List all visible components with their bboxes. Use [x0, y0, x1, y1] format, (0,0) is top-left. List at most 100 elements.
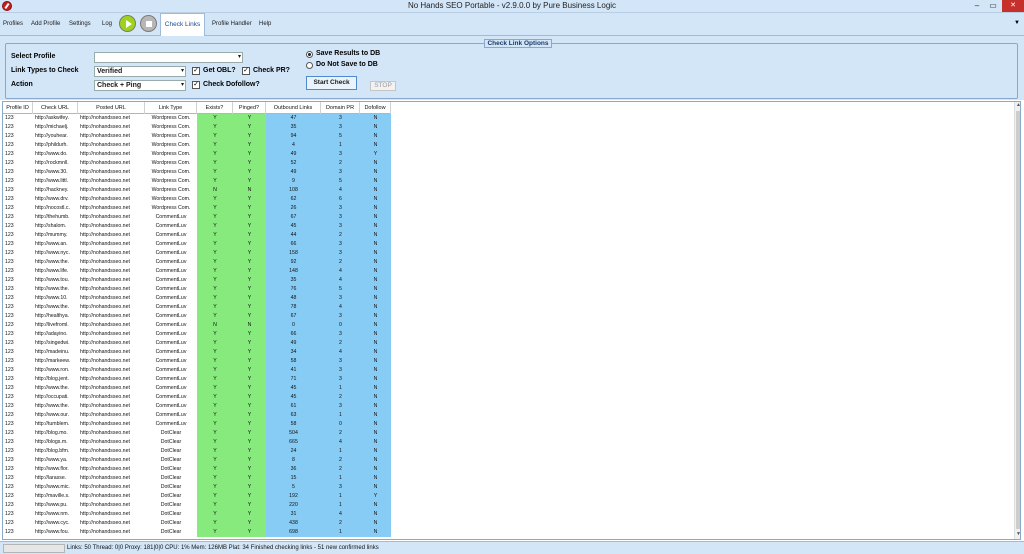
tab-check-links[interactable]: Check Links [160, 13, 205, 36]
results-grid[interactable]: Profile ID Check URL Posted URL Link Type Ex… [2, 101, 1021, 540]
table-row[interactable]: 123 http://www.the. http://nohandsseo.net C… [3, 402, 391, 411]
menu-profile-handler[interactable]: Profile Handler [212, 21, 252, 27]
table-row[interactable]: 123 http://occupati. http://nohandsseo.net… [3, 393, 391, 402]
column-header-check-url[interactable]: Check URL [33, 102, 78, 114]
table-row[interactable]: 123 http://blog.mo. http://nohandsseo.net D… [3, 429, 391, 438]
cell-check-url: http://tumblem. [35, 421, 70, 427]
table-row[interactable]: 123 http://livefroml. http://nohandsseo.ne… [3, 321, 391, 330]
table-row[interactable]: 123 http://mummy. http://nohandsseo.net Com… [3, 231, 391, 240]
table-row[interactable]: 123 http://www.nyc. http://nohandsseo.net C… [3, 249, 391, 258]
table-row[interactable]: 123 http://www.ron. http://nohandsseo.net C… [3, 366, 391, 375]
scroll-up-icon[interactable]: ▲ [1015, 102, 1020, 110]
table-row[interactable]: 123 http://askwifey. http://nohandsseo.net… [3, 114, 391, 123]
do-not-save-radio[interactable] [306, 62, 313, 69]
select-profile-dropdown[interactable]: ▾ [94, 52, 243, 63]
menu-add-profile[interactable]: Add Profile [31, 21, 60, 27]
table-row[interactable]: 123 http://www.fou. http://nohandsseo.net D… [3, 528, 391, 537]
table-row[interactable]: 123 http://www.ya. http://nohandsseo.net Do… [3, 456, 391, 465]
cell-exists: Y [197, 465, 233, 474]
table-row[interactable]: 123 http://www.the. http://nohandsseo.net C… [3, 303, 391, 312]
cell-link-type: CommentLuv [155, 313, 187, 319]
get-obl-checkbox[interactable]: ✓ [192, 67, 200, 75]
cell-domain-pr: 3 [321, 312, 360, 321]
column-header-pinged[interactable]: Pinged? [233, 102, 266, 114]
table-row[interactable]: 123 http://www.littl. http://nohandsseo.ne… [3, 177, 391, 186]
cell-outbound-links: 92 [266, 258, 321, 267]
table-row[interactable]: 123 http://madeinu. http://nohandsseo.net C… [3, 348, 391, 357]
start-check-button[interactable]: Start Check [306, 76, 357, 90]
table-row[interactable]: 123 http://tumblem. http://nohandsseo.net C… [3, 420, 391, 429]
table-row[interactable]: 123 http://www.drv. http://nohandsseo.net W… [3, 195, 391, 204]
table-row[interactable]: 123 http://www.life. http://nohandsseo.net… [3, 267, 391, 276]
table-row[interactable]: 123 http://www.flor. http://nohandsseo.net… [3, 465, 391, 474]
link-types-value: Verified [97, 68, 123, 75]
cell-check-url: http://singedwi. [35, 340, 70, 346]
minimize-button[interactable]: – [969, 0, 985, 12]
link-types-dropdown[interactable]: Verified ▾ [94, 66, 186, 77]
table-row[interactable]: 123 http://www.an. http://nohandsseo.net Co… [3, 240, 391, 249]
table-row[interactable]: 123 http://maville.s. http://nohandsseo.ne… [3, 492, 391, 501]
close-button[interactable]: ✕ [1002, 0, 1024, 12]
cell-exists: Y [197, 411, 233, 420]
table-row[interactable]: 123 http://michaelj. http://nohandsseo.net… [3, 123, 391, 132]
table-row[interactable]: 123 http://www.30. http://nohandsseo.net Wo… [3, 168, 391, 177]
play-button[interactable] [119, 15, 136, 32]
table-row[interactable]: 123 http://www.10. http://nohandsseo.net Co… [3, 294, 391, 303]
cell-outbound-links: 61 [266, 402, 321, 411]
menu-profiles[interactable]: Profiles [3, 21, 23, 27]
cell-pinged: Y [233, 492, 266, 501]
table-row[interactable]: 123 http://singedwi. http://nohandsseo.net… [3, 339, 391, 348]
column-header-dofollow[interactable]: Dofollow [360, 102, 391, 114]
maximize-button[interactable]: ▭ [985, 0, 1001, 12]
table-row[interactable]: 123 http://www.cyc. http://nohandsseo.net D… [3, 519, 391, 528]
table-row[interactable]: 123 http://www.pu. http://nohandsseo.net Do… [3, 501, 391, 510]
table-row[interactable]: 123 http://rockmnll. http://nohandsseo.net… [3, 159, 391, 168]
scroll-down-icon[interactable]: ▼ [1015, 531, 1020, 539]
stop-button[interactable]: STOP [370, 81, 396, 91]
cell-link-type: Wordpress Com. [151, 160, 191, 166]
menu-settings[interactable]: Settings [69, 21, 91, 27]
table-row[interactable]: 123 http://www.the. http://nohandsseo.net C… [3, 258, 391, 267]
stop-icon-button[interactable] [140, 15, 157, 32]
vertical-scrollbar[interactable]: ▲ ▼ [1014, 102, 1020, 539]
action-dropdown[interactable]: Check + Ping ▾ [94, 80, 186, 91]
table-row[interactable]: 123 http://www.the. http://nohandsseo.net C… [3, 285, 391, 294]
table-row[interactable]: 123 http://www.do. http://nohandsseo.net Wo… [3, 150, 391, 159]
check-dofollow-checkbox[interactable]: ✓ [192, 81, 200, 89]
table-row[interactable]: 123 http://www.nm. http://nohandsseo.net Do… [3, 510, 391, 519]
cell-profile-id: 123 [5, 412, 14, 418]
column-header-exists[interactable]: Exists? [197, 102, 233, 114]
scrollbar-thumb[interactable] [1016, 111, 1020, 529]
cell-check-url: http://www.the. [35, 286, 70, 292]
save-results-radio[interactable] [306, 51, 313, 58]
column-header-domain-pr[interactable]: Domain PR [321, 102, 360, 114]
table-row[interactable]: 123 http://larasse. http://nohandsseo.net D… [3, 474, 391, 483]
table-row[interactable]: 123 http://blogs.m. http://nohandsseo.net D… [3, 438, 391, 447]
table-row[interactable]: 123 http://phildurh. http://nohandsseo.net… [3, 141, 391, 150]
ribbon-dropdown-icon[interactable]: ▼ [1014, 20, 1022, 28]
table-row[interactable]: 123 http://adayino. http://nohandsseo.net C… [3, 330, 391, 339]
menu-log[interactable]: Log [102, 21, 112, 27]
table-row[interactable]: 123 http://markeew. http://nohandsseo.net C… [3, 357, 391, 366]
menu-help[interactable]: Help [259, 21, 271, 27]
column-header-posted-url[interactable]: Posted URL [78, 102, 145, 114]
table-row[interactable]: 123 http://shalom. http://nohandsseo.net Co… [3, 222, 391, 231]
cell-pinged: Y [233, 294, 266, 303]
table-row[interactable]: 123 http://www.the. http://nohandsseo.net C… [3, 384, 391, 393]
table-row[interactable]: 123 http://www.mic. http://nohandsseo.net D… [3, 483, 391, 492]
table-row[interactable]: 123 http://nocostl.c. http://nohandsseo.ne… [3, 204, 391, 213]
table-row[interactable]: 123 http://blog.bfm. http://nohandsseo.net… [3, 447, 391, 456]
check-pr-checkbox[interactable]: ✓ [242, 67, 250, 75]
table-row[interactable]: 123 http://healthya. http://nohandsseo.net… [3, 312, 391, 321]
table-row[interactable]: 123 http://thehumb. http://nohandsseo.net C… [3, 213, 391, 222]
column-header-link-type[interactable]: Link Type [145, 102, 197, 114]
cell-dofollow: N [360, 393, 391, 402]
table-row[interactable]: 123 http://www.our. http://nohandsseo.net C… [3, 411, 391, 420]
table-row[interactable]: 123 http://youhear. http://nohandsseo.net W… [3, 132, 391, 141]
cell-profile-id: 123 [5, 439, 14, 445]
column-header-profile-id[interactable]: Profile ID [3, 102, 33, 114]
table-row[interactable]: 123 http://hackney. http://nohandsseo.net W… [3, 186, 391, 195]
table-row[interactable]: 123 http://blog.jent. http://nohandsseo.ne… [3, 375, 391, 384]
column-header-outbound-links[interactable]: Outbound Links [266, 102, 321, 114]
table-row[interactable]: 123 http://www.tou. http://nohandsseo.net C… [3, 276, 391, 285]
